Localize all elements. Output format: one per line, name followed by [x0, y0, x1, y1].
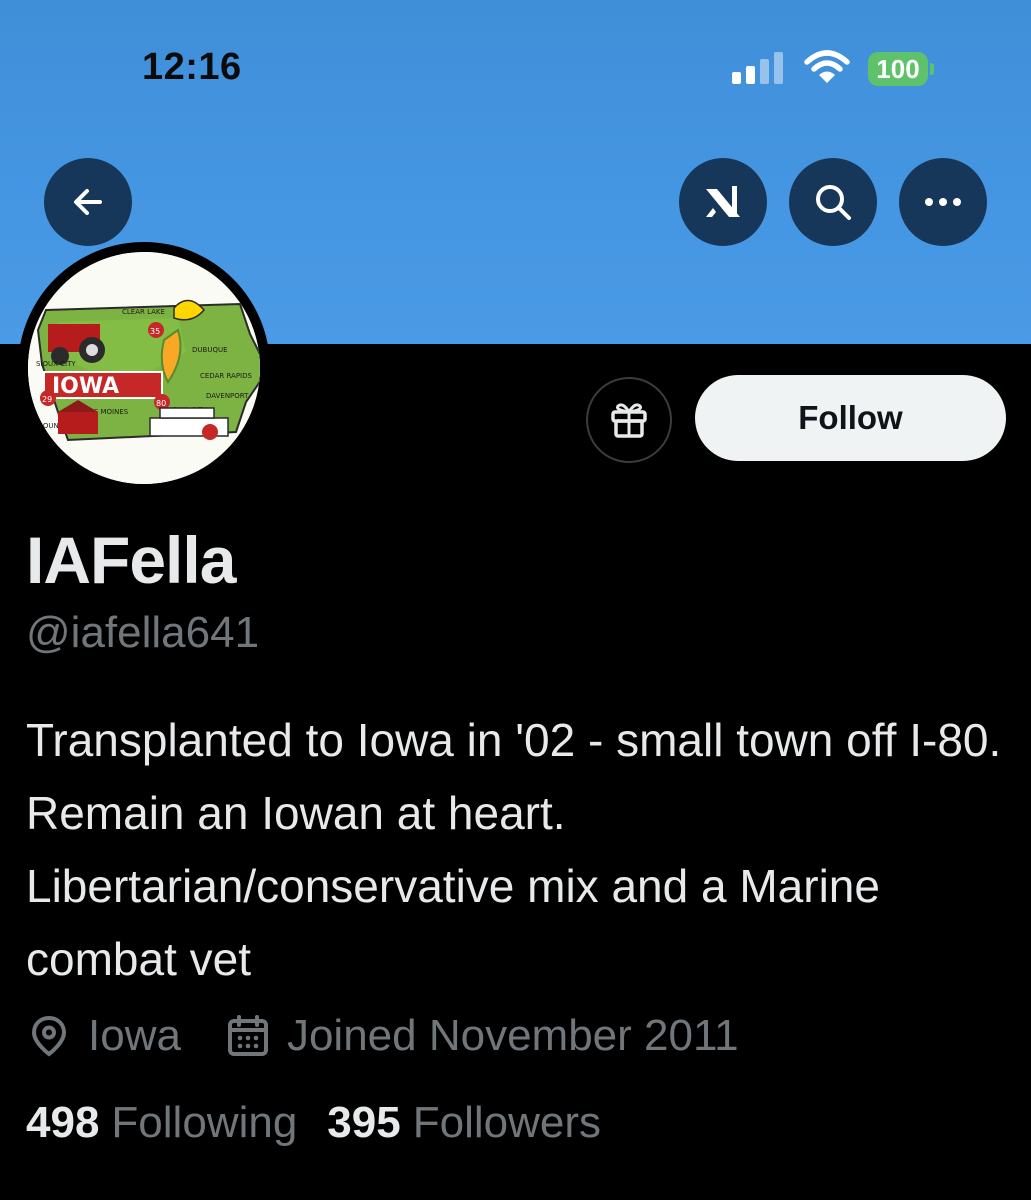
avatar-state-text: IOWA	[52, 374, 119, 399]
followers-label: Followers	[412, 1098, 601, 1147]
avatar-image: IOWA CLEAR LAKE DUBUQUE SIOUX CITY CEDAR…	[28, 252, 260, 484]
avatar-road-sign: 80	[156, 399, 166, 408]
status-time: 12:16	[142, 46, 242, 88]
avatar-town-label: CLEAR LAKE	[122, 308, 165, 316]
gift-icon	[611, 403, 647, 438]
avatar[interactable]: IOWA CLEAR LAKE DUBUQUE SIOUX CITY CEDAR…	[18, 242, 270, 494]
avatar-town-label: DUBUQUE	[192, 346, 228, 354]
more-button[interactable]	[899, 158, 987, 246]
avatar-town-label: DAVENPORT	[206, 392, 249, 400]
gift-button[interactable]	[586, 377, 672, 463]
follow-button[interactable]: Follow	[695, 375, 1006, 461]
followers-count: 395	[327, 1098, 401, 1147]
profile-joined: Joined November 2011	[225, 1011, 739, 1061]
more-horizontal-icon	[925, 198, 961, 206]
battery-level: 100	[868, 52, 928, 86]
location-text: Iowa	[88, 1011, 181, 1060]
profile-meta: Iowa Joined November 2011	[26, 1006, 783, 1066]
location-pin-icon	[31, 1015, 67, 1057]
grok-icon	[706, 186, 740, 217]
search-icon	[816, 185, 851, 220]
search-button[interactable]	[789, 158, 877, 246]
profile-bio: Transplanted to Iowa in '02 - small town…	[26, 714, 1002, 985]
iowa-map-image: IOWA CLEAR LAKE DUBUQUE SIOUX CITY CEDAR…	[28, 252, 260, 484]
grok-button[interactable]	[679, 158, 767, 246]
following-link[interactable]: 498 Following	[26, 1098, 297, 1148]
profile-handle: @iafella641	[26, 608, 260, 657]
avatar-road-sign: 29	[42, 395, 52, 404]
back-button[interactable]	[44, 158, 132, 246]
following-label: Following	[111, 1098, 298, 1147]
following-count: 498	[26, 1098, 100, 1147]
followers-link[interactable]: 395 Followers	[327, 1098, 601, 1148]
avatar-road-sign: 35	[150, 327, 160, 336]
battery-indicator: 100	[868, 52, 934, 86]
joined-text: Joined November 2011	[286, 1011, 739, 1060]
profile-stats: 498 Following 395 Followers	[26, 1098, 631, 1148]
calendar-icon	[227, 1015, 268, 1056]
profile-display-name: IAFella	[26, 523, 236, 597]
profile-location: Iowa	[26, 1011, 181, 1061]
cellular-signal-icon	[732, 52, 786, 84]
avatar-town-label: SIOUX CITY	[36, 360, 76, 368]
wifi-icon	[804, 50, 850, 83]
avatar-town-label: CEDAR RAPIDS	[200, 372, 252, 380]
arrow-left-icon	[74, 189, 102, 215]
